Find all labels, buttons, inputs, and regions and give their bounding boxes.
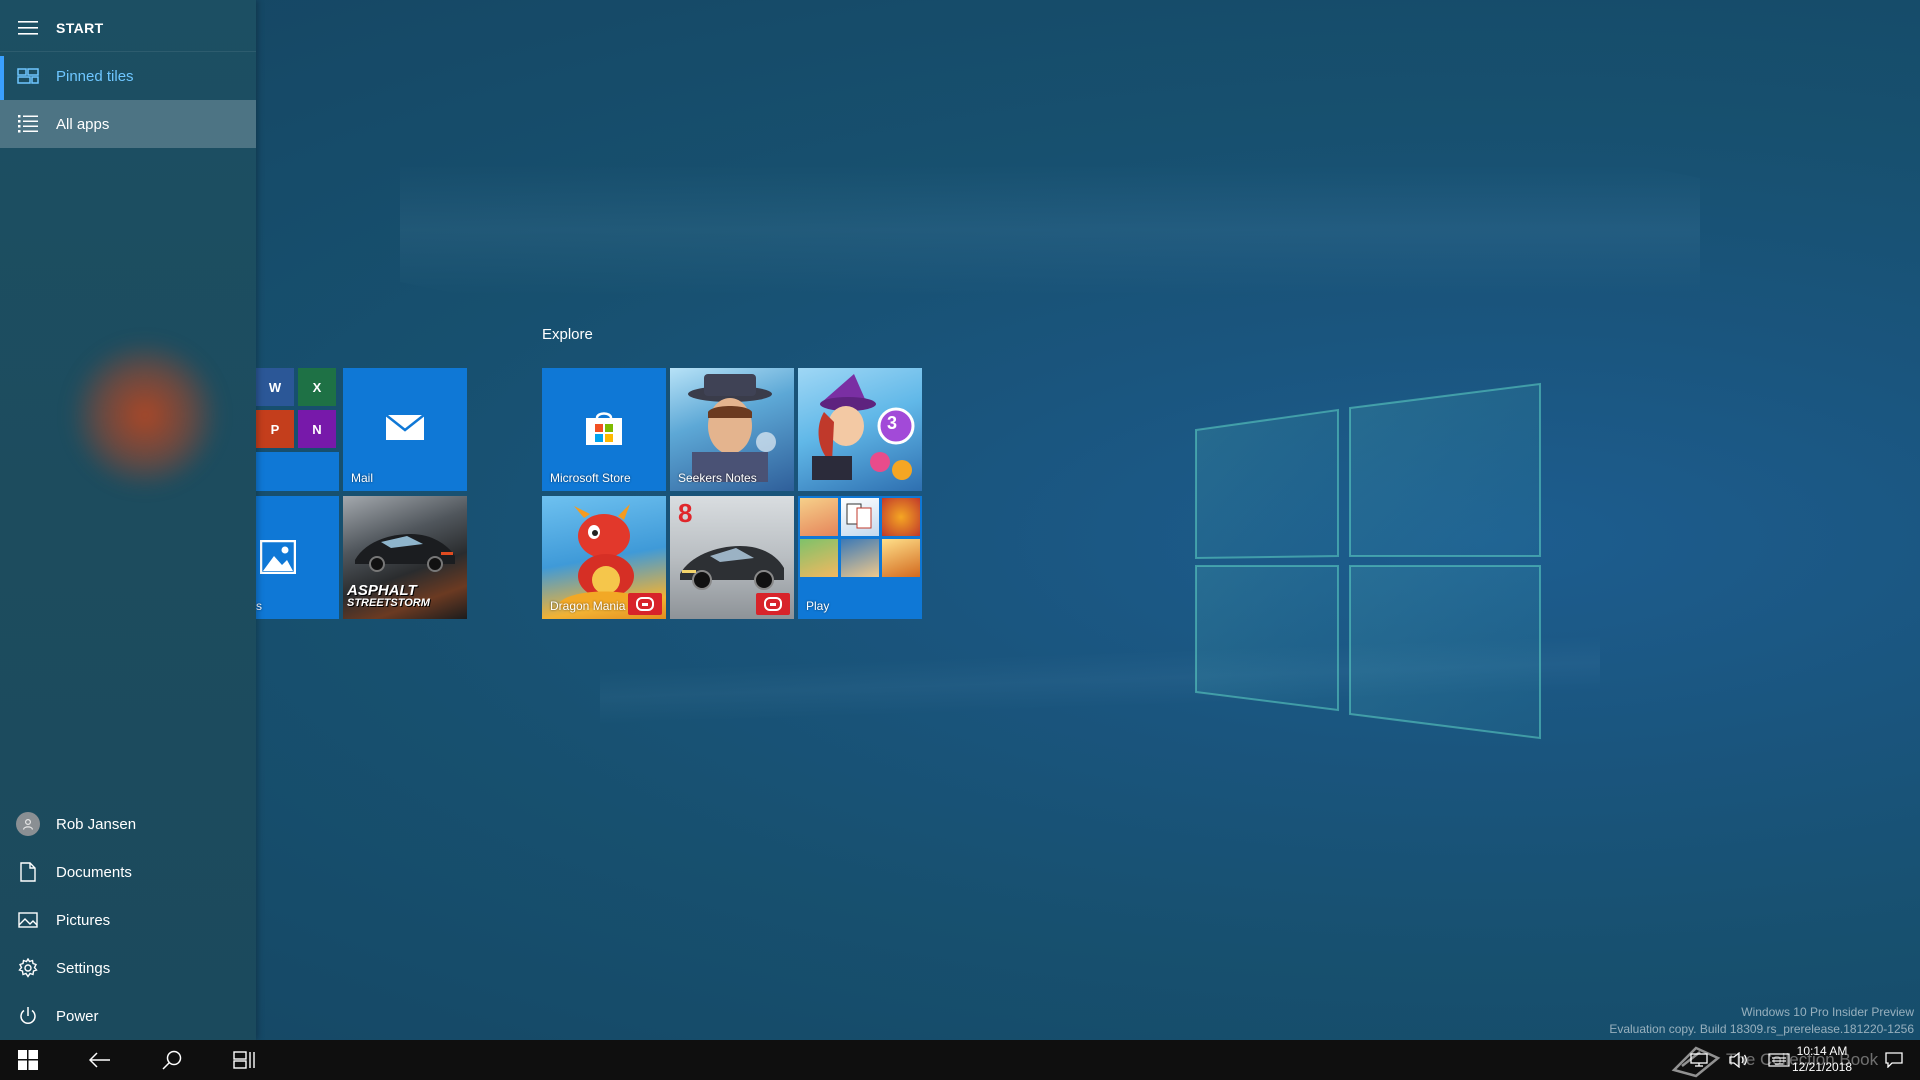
tile-mail[interactable]: Mail — [343, 368, 467, 491]
nav-documents[interactable]: Documents — [0, 848, 256, 896]
cards-icon — [846, 503, 872, 529]
clock-time: 10:14 AM — [1796, 1044, 1848, 1058]
group-title-explore: Explore — [542, 326, 593, 343]
task-view-icon — [233, 1051, 255, 1069]
asphalt-8-number: 8 — [678, 498, 693, 528]
play-game-thumb-2 — [841, 498, 879, 536]
decorative-orange-orb — [70, 340, 220, 490]
windows-wallpaper-logo — [1195, 382, 1541, 740]
tile-photos-label: s — [256, 599, 262, 613]
clock-date: 12/21/2018 — [1791, 1060, 1853, 1074]
avatar — [16, 812, 40, 836]
witch-character-icon — [812, 374, 915, 480]
shopping-bag-icon — [586, 412, 622, 445]
nav-pinned-tiles-label: Pinned tiles — [56, 67, 134, 85]
tile-dragon-mania[interactable]: Dragon Mania — [542, 496, 666, 619]
sports-car-icon — [680, 546, 784, 590]
tile-play-label: Play — [806, 599, 830, 613]
character-portrait-icon — [688, 374, 776, 482]
bubble-witch-number: 3 — [887, 413, 898, 433]
play-game-thumb-6 — [882, 539, 920, 577]
play-game-thumb-5 — [841, 539, 879, 577]
tile-microsoft-store[interactable]: Microsoft Store — [542, 368, 666, 491]
mail-icon — [385, 414, 425, 440]
start-pane: START Pinned tiles All apps Rob Jansen D… — [0, 0, 256, 1040]
tray-network[interactable] — [1684, 1040, 1714, 1080]
tile-photos[interactable]: s — [256, 496, 339, 619]
tile-seekers-notes[interactable]: Seekers Notes — [670, 368, 794, 491]
search-button[interactable] — [136, 1040, 208, 1080]
tile-asphalt-8[interactable]: 8 — [670, 496, 794, 619]
tile-seekers-notes-label: Seekers Notes — [678, 471, 757, 485]
tile-play-folder[interactable]: Play — [798, 496, 922, 619]
tile-office-folder[interactable]: W X P N — [256, 368, 339, 491]
nav-pictures-label: Pictures — [56, 911, 111, 929]
power-icon — [0, 1006, 56, 1026]
play-game-thumb-3 — [882, 498, 920, 536]
taskbar-clock[interactable]: 10:14 AM 12/21/2018 — [1776, 1043, 1868, 1075]
office-folder-background — [256, 452, 339, 491]
document-icon — [0, 862, 56, 882]
gear-icon — [0, 958, 56, 978]
build-watermark: Windows 10 Pro Insider Preview Evaluatio… — [1609, 1005, 1914, 1036]
person-icon — [22, 818, 34, 830]
nav-documents-label: Documents — [56, 863, 132, 881]
tile-asphalt-streetstorm[interactable]: ASPHALT STREETSTORM — [343, 496, 467, 619]
word-icon[interactable]: W — [256, 368, 294, 406]
gameloft-badge-icon — [756, 593, 790, 615]
asphalt-logo: ASPHALT STREETSTORM — [347, 582, 430, 609]
tile-dragon-mania-label: Dragon Mania — [550, 599, 626, 613]
tile-mail-label: Mail — [351, 471, 374, 485]
list-icon — [0, 115, 56, 133]
onenote-icon[interactable]: N — [298, 410, 336, 448]
play-game-thumb-1 — [800, 498, 838, 536]
nav-power[interactable]: Power — [0, 992, 256, 1040]
start-title: START — [56, 20, 104, 36]
tile-microsoft-store-label: Microsoft Store — [550, 471, 631, 485]
user-account[interactable]: Rob Jansen — [0, 800, 256, 848]
windows-logo-icon — [18, 1050, 38, 1070]
nav-settings[interactable]: Settings — [0, 944, 256, 992]
nav-settings-label: Settings — [56, 959, 111, 977]
picture-icon — [0, 912, 56, 928]
play-game-thumb-4 — [800, 539, 838, 577]
network-icon — [1690, 1053, 1708, 1067]
race-car-icon — [355, 534, 455, 572]
nav-power-label: Power — [56, 1007, 99, 1025]
nav-pinned-tiles[interactable]: Pinned tiles — [0, 52, 256, 100]
tile-bubble-witch-3[interactable]: 3 — [798, 368, 922, 491]
notification-icon — [1885, 1052, 1903, 1068]
tiles-icon — [0, 68, 56, 84]
start-button[interactable] — [0, 1040, 56, 1080]
excel-icon[interactable]: X — [298, 368, 336, 406]
start-menu-toggle[interactable]: START — [0, 4, 256, 52]
task-view-button[interactable] — [208, 1040, 280, 1080]
user-name: Rob Jansen — [56, 815, 137, 833]
taskbar: The Collection Book 10:14 AM 12/21/2018 — [0, 1040, 1920, 1080]
tray-volume[interactable] — [1724, 1040, 1754, 1080]
nav-all-apps-label: All apps — [56, 115, 110, 133]
photos-icon — [260, 540, 296, 574]
gameloft-badge-icon — [628, 593, 662, 615]
nav-all-apps[interactable]: All apps — [0, 100, 256, 148]
back-arrow-icon — [89, 1052, 110, 1068]
powerpoint-icon[interactable]: P — [256, 410, 294, 448]
nav-pictures[interactable]: Pictures — [0, 896, 256, 944]
back-button[interactable] — [64, 1040, 136, 1080]
hamburger-icon — [0, 21, 56, 35]
action-center-button[interactable] — [1874, 1040, 1914, 1080]
search-icon — [162, 1050, 182, 1070]
speaker-icon — [1729, 1052, 1747, 1068]
